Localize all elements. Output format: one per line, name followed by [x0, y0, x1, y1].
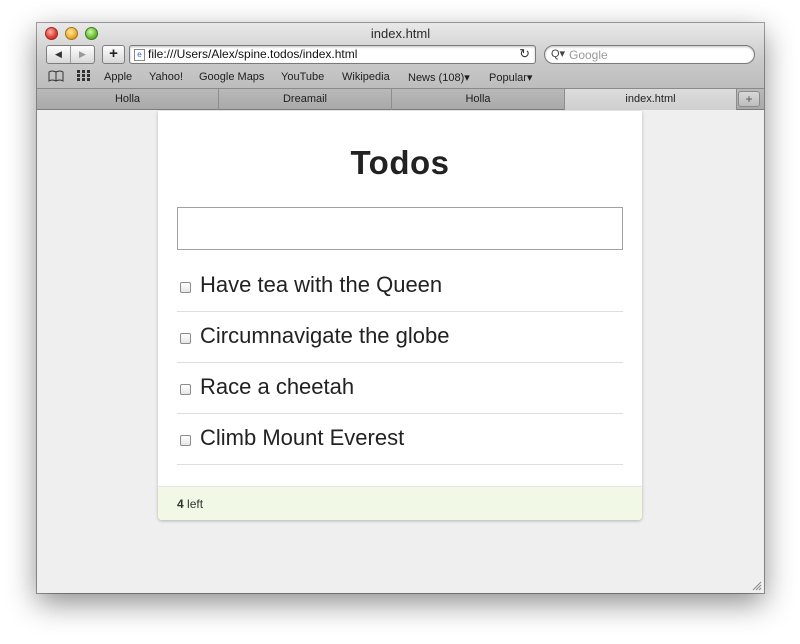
- todo-item: Climb Mount Everest: [177, 414, 623, 465]
- todo-checkbox[interactable]: [180, 435, 191, 446]
- forward-button[interactable]: ▶: [70, 46, 94, 63]
- address-bar[interactable]: e file:///Users/Alex/spine.todos/index.h…: [129, 45, 536, 64]
- tab-index-html[interactable]: index.html: [565, 89, 737, 110]
- reload-icon[interactable]: ↻: [519, 46, 530, 62]
- browser-toolbar: index.html ◀ ▶ + e file:///Users/Alex/sp…: [37, 23, 764, 89]
- todos-app: Todos Have tea with the Queen Circumnavi…: [158, 111, 642, 520]
- todo-footer: 4 left: [158, 486, 642, 520]
- items-left-suffix: left: [183, 497, 204, 511]
- browser-window: index.html ◀ ▶ + e file:///Users/Alex/sp…: [37, 23, 764, 593]
- search-input[interactable]: [569, 47, 749, 62]
- todo-item: Have tea with the Queen: [177, 261, 623, 312]
- todo-checkbox[interactable]: [180, 333, 191, 344]
- todo-label[interactable]: Circumnavigate the globe: [200, 323, 449, 349]
- window-title: index.html: [370, 26, 431, 41]
- bookmark-apple[interactable]: Apple: [104, 71, 132, 83]
- bookmark-popular-menu[interactable]: Popular▾: [489, 71, 532, 84]
- history-nav: ◀ ▶: [46, 45, 95, 64]
- add-bookmark-button[interactable]: +: [102, 45, 125, 64]
- items-left-count: 4 left: [177, 497, 203, 511]
- tab-holla-2[interactable]: Holla: [392, 89, 565, 110]
- bookmarks-bar: Apple Yahoo! Google Maps YouTube Wikiped…: [37, 69, 764, 87]
- todo-label[interactable]: Have tea with the Queen: [200, 272, 442, 298]
- todo-item: Race a cheetah: [177, 363, 623, 414]
- page-title: Todos: [350, 144, 450, 181]
- todo-list: Have tea with the Queen Circumnavigate t…: [177, 261, 623, 465]
- todo-item: Circumnavigate the globe: [177, 312, 623, 363]
- todo-checkbox[interactable]: [180, 282, 191, 293]
- page-viewport: Todos Have tea with the Queen Circumnavi…: [37, 111, 764, 593]
- todo-label[interactable]: Race a cheetah: [200, 374, 354, 400]
- grid-icon[interactable]: [77, 70, 90, 84]
- bookmark-yahoo[interactable]: Yahoo!: [149, 71, 183, 83]
- new-todo-input[interactable]: [177, 207, 623, 250]
- new-tab-button[interactable]: +: [738, 91, 760, 107]
- back-button[interactable]: ◀: [47, 46, 70, 63]
- tab-holla-1[interactable]: Holla: [37, 89, 219, 110]
- bookmark-wikipedia[interactable]: Wikipedia: [342, 71, 390, 83]
- tab-bar: Holla Dreamail Holla index.html +: [37, 89, 764, 110]
- todo-label[interactable]: Climb Mount Everest: [200, 425, 404, 451]
- tab-dreamail[interactable]: Dreamail: [219, 89, 392, 110]
- search-field[interactable]: Q▾: [544, 45, 755, 64]
- page-favicon-icon: e: [134, 49, 145, 61]
- todo-checkbox[interactable]: [180, 384, 191, 395]
- bookmark-google-maps[interactable]: Google Maps: [199, 71, 264, 83]
- url-text[interactable]: file:///Users/Alex/spine.todos/index.htm…: [148, 47, 357, 61]
- resize-grip-icon[interactable]: [750, 579, 762, 591]
- book-icon[interactable]: [48, 70, 64, 85]
- bookmark-news-menu[interactable]: News (108)▾: [408, 71, 470, 84]
- items-left-number: 4: [177, 497, 184, 511]
- search-icon[interactable]: Q▾: [551, 47, 565, 60]
- bookmark-youtube[interactable]: YouTube: [281, 71, 324, 83]
